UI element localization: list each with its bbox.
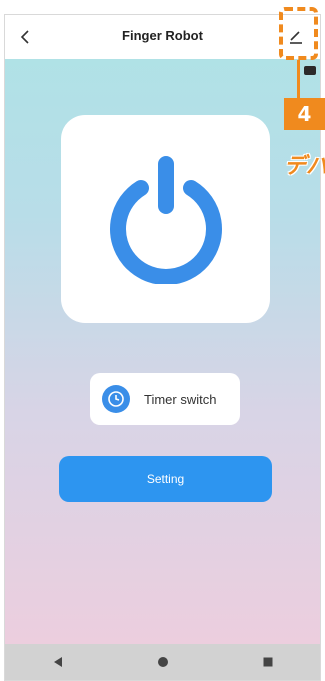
nav-recents-button[interactable] <box>256 650 280 674</box>
nav-back-button[interactable] <box>46 650 70 674</box>
system-nav-bar <box>5 644 320 680</box>
clock-icon <box>102 385 130 413</box>
timer-switch-label: Timer switch <box>144 391 217 407</box>
annotation-marker-icon <box>304 66 316 75</box>
timer-switch-button[interactable]: Timer switch <box>90 373 240 425</box>
annotation-highlight-box <box>279 7 318 60</box>
power-button[interactable] <box>61 115 270 323</box>
back-triangle-icon <box>53 657 62 667</box>
recents-square-icon <box>263 657 272 667</box>
page-title: Finger Robot <box>122 28 203 43</box>
nav-home-button[interactable] <box>151 650 175 674</box>
annotation-caption: デバ <box>284 154 325 179</box>
home-circle-icon <box>157 657 168 667</box>
setting-button[interactable]: Setting <box>59 456 272 502</box>
annotation-connector-line <box>297 60 300 98</box>
annotation-number-badge: 4 <box>284 98 325 130</box>
app-bar: Finger Robot <box>5 15 320 59</box>
app-screen: Finger Robot Timer switch Setting <box>4 14 321 681</box>
power-icon <box>109 156 222 284</box>
